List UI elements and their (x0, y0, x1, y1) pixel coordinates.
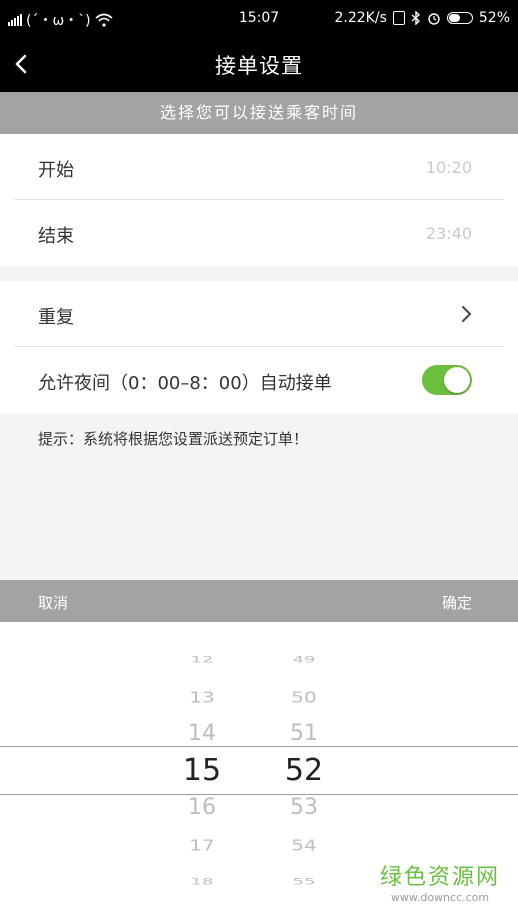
hour-item[interactable]: 15 (162, 756, 242, 786)
end-time-value: 23:40 (425, 224, 472, 243)
selection-line-top (0, 746, 518, 747)
hour-item[interactable]: 13 (162, 690, 242, 705)
start-time-row[interactable]: 开始 10:20 (14, 134, 504, 200)
minute-item[interactable]: 51 (264, 723, 344, 745)
confirm-button[interactable]: 确定 (442, 592, 472, 613)
title-bar: 接单设置 (0, 36, 518, 92)
section-header: 选择您可以接送乘客时间 (0, 92, 518, 134)
night-auto-accept-row: 允许夜间（0：00–8：00）自动接单 (14, 347, 504, 413)
watermark: 绿色资源网 www.downcc.com (380, 859, 500, 904)
repeat-row[interactable]: 重复 (14, 281, 504, 347)
toggle-knob (444, 367, 470, 393)
page-title: 接单设置 (215, 54, 303, 78)
selection-line-bottom (0, 794, 518, 795)
repeat-label: 重复 (38, 307, 74, 328)
hour-item[interactable]: 12 (162, 655, 242, 665)
bluetooth-icon (411, 11, 420, 25)
status-bar: (´・ω・`) 15:07 2.22K/s 52% (0, 0, 518, 36)
time-range-card: 开始 10:20 结束 23:40 (0, 134, 518, 266)
minute-item[interactable]: 52 (264, 756, 344, 786)
minute-item[interactable]: 55 (264, 877, 344, 887)
alarm-icon (428, 13, 440, 25)
night-auto-accept-label: 允许夜间（0：00–8：00）自动接单 (38, 373, 332, 394)
watermark-name: 绿色资源网 (379, 865, 500, 890)
minute-item[interactable]: 54 (264, 838, 344, 853)
time-picker: 12 13 14 15 16 17 18 49 50 51 52 53 54 55 绿色资源网 www.… (0, 622, 518, 920)
picker-action-bar: 取消 确定 (0, 580, 518, 622)
minute-item[interactable]: 53 (264, 797, 344, 819)
sim-icon (392, 11, 405, 25)
minute-item[interactable]: 49 (264, 655, 344, 665)
minute-item[interactable]: 50 (264, 690, 344, 705)
battery-percent: 52% (478, 10, 510, 26)
end-time-row[interactable]: 结束 23:40 (14, 200, 504, 266)
cancel-button[interactable]: 取消 (38, 592, 68, 613)
hour-item[interactable]: 16 (162, 797, 242, 819)
start-time-label: 开始 (38, 160, 74, 181)
network-speed: 2.22K/s (334, 10, 387, 26)
hour-item[interactable]: 14 (162, 723, 242, 745)
hour-item[interactable]: 18 (162, 877, 242, 887)
settings-card: 重复 允许夜间（0：00–8：00）自动接单 (0, 281, 518, 413)
night-auto-accept-toggle[interactable] (422, 365, 472, 395)
battery-icon (446, 12, 473, 24)
hint-text: 提示：系统将根据您设置派送预定订单！ (38, 430, 309, 448)
end-time-label: 结束 (38, 226, 74, 247)
start-time-value: 10:20 (425, 158, 472, 177)
chevron-right-icon (462, 306, 472, 322)
watermark-url: www.downcc.com (390, 891, 490, 904)
hour-item[interactable]: 17 (162, 838, 242, 853)
